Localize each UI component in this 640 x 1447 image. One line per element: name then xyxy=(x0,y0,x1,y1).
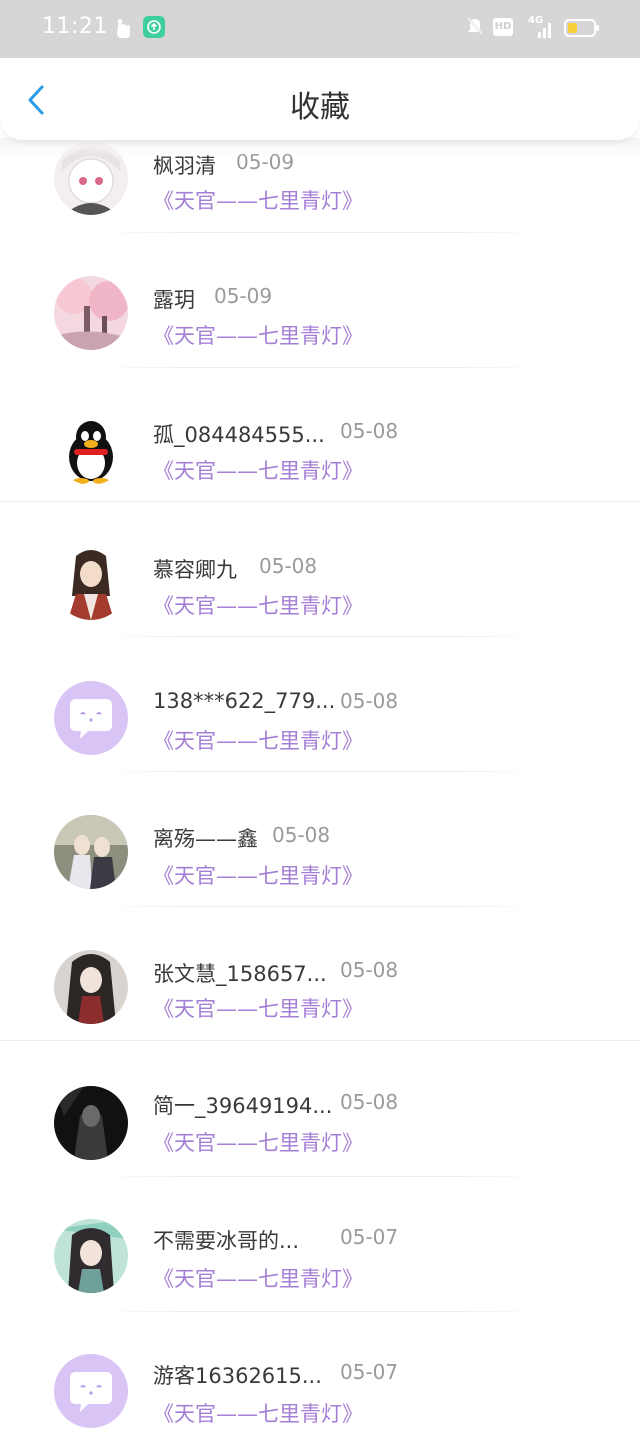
avatar[interactable] xyxy=(54,681,128,755)
date-label: 05-09 xyxy=(214,284,273,308)
page-title: 收藏 xyxy=(290,90,350,125)
book-title[interactable]: 《天官——七里青灯》 xyxy=(153,320,363,350)
avatar[interactable] xyxy=(54,1219,128,1293)
list-item[interactable]: 张文慧_158657... 05-08 《天官——七里青灯》 xyxy=(0,907,640,1042)
list-item[interactable]: 138***622_779... 05-08 《天官——七里青灯》 xyxy=(0,637,640,772)
status-bar: 11:21 HD 4G xyxy=(0,0,640,58)
user-name: 简一_39649194... xyxy=(153,1094,333,1118)
list-item[interactable]: 慕容卿九 05-08 《天官——七里青灯》 xyxy=(0,502,640,637)
book-title[interactable]: 《天官——七里青灯》 xyxy=(153,455,363,485)
date-label: 05-08 xyxy=(340,419,399,443)
hd-badge: HD xyxy=(493,18,513,36)
date-label: 05-08 xyxy=(340,689,399,713)
avatar-image xyxy=(54,815,128,889)
status-time: 11:21 xyxy=(42,14,108,39)
signal-icon xyxy=(538,23,551,38)
mute-bell-icon xyxy=(467,17,483,35)
app-update-icon xyxy=(143,16,165,38)
user-name: 离殇——鑫 xyxy=(153,827,258,851)
avatar[interactable] xyxy=(54,411,128,485)
hand-icon xyxy=(117,19,130,38)
avatar[interactable] xyxy=(54,1354,128,1428)
book-title[interactable]: 《天官——七里青灯》 xyxy=(153,725,363,755)
avatar-image xyxy=(54,546,128,620)
page-header: 收藏 xyxy=(0,58,640,140)
user-name: 138***622_779... xyxy=(153,689,336,713)
date-label: 05-08 xyxy=(272,823,331,847)
list-item[interactable]: 简一_39649194... 05-08 《天官——七里青灯》 xyxy=(0,1042,640,1177)
book-title[interactable]: 《天官——七里青灯》 xyxy=(153,1127,363,1157)
book-title[interactable]: 《天官——七里青灯》 xyxy=(153,185,363,215)
avatar[interactable] xyxy=(54,950,128,1024)
user-name: 不需要冰哥的... xyxy=(153,1229,300,1253)
book-title[interactable]: 《天官——七里青灯》 xyxy=(153,860,363,890)
avatar-image xyxy=(54,1219,128,1293)
book-title[interactable]: 《天官——七里青灯》 xyxy=(153,1398,363,1428)
list-item[interactable]: 离殇——鑫 05-08 《天官——七里青灯》 xyxy=(0,772,640,907)
divider xyxy=(0,1040,640,1041)
avatar-image xyxy=(54,1086,128,1160)
battery-icon xyxy=(564,19,599,37)
list-item[interactable]: 游客16362615... 05-07 《天官——七里青灯》 xyxy=(0,1312,640,1447)
avatar[interactable] xyxy=(54,1086,128,1160)
list-item[interactable]: 露玥 05-09 《天官——七里青灯》 xyxy=(0,232,640,368)
user-name: 张文慧_158657... xyxy=(153,962,327,986)
user-name: 慕容卿九 xyxy=(153,558,237,582)
book-title[interactable]: 《天官——七里青灯》 xyxy=(153,993,363,1023)
user-name: 游客16362615... xyxy=(153,1364,322,1388)
chat-bubble-icon xyxy=(54,1354,128,1428)
list-item[interactable]: 不需要冰哥的... 05-07 《天官——七里青灯》 xyxy=(0,1177,640,1312)
header-shadow xyxy=(0,138,640,158)
avatar[interactable] xyxy=(54,276,128,350)
date-label: 05-07 xyxy=(340,1360,399,1384)
date-label: 05-08 xyxy=(340,1090,399,1114)
book-title[interactable]: 《天官——七里青灯》 xyxy=(153,590,363,620)
user-name: 露玥 xyxy=(153,288,195,312)
book-title[interactable]: 《天官——七里青灯》 xyxy=(153,1263,363,1293)
avatar[interactable] xyxy=(54,546,128,620)
user-name: 孤_084484555... xyxy=(153,423,325,447)
date-label: 05-08 xyxy=(259,554,318,578)
date-label: 05-07 xyxy=(340,1225,399,1249)
date-label: 05-08 xyxy=(340,958,399,982)
chat-bubble-icon xyxy=(54,681,128,755)
avatar-image xyxy=(54,950,128,1024)
qq-penguin-icon xyxy=(54,411,128,485)
avatar[interactable] xyxy=(54,815,128,889)
list-item[interactable]: 孤_084484555... 05-08 《天官——七里青灯》 xyxy=(0,367,640,502)
avatar-image xyxy=(54,276,128,350)
